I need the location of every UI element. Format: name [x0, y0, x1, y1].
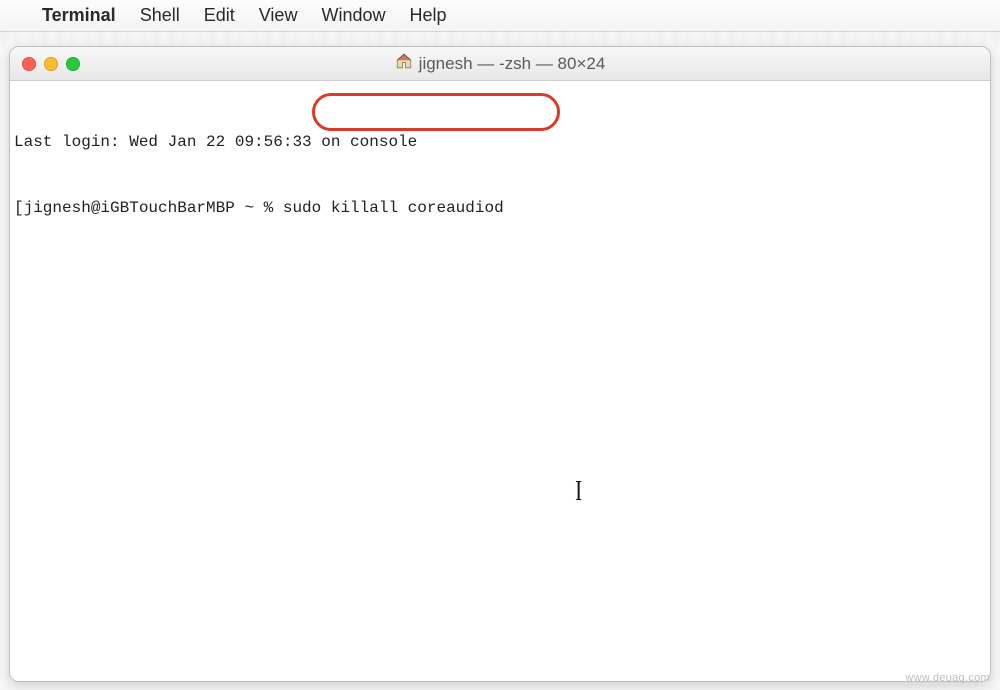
menu-view[interactable]: View: [259, 5, 298, 26]
terminal-content[interactable]: Last login: Wed Jan 22 09:56:33 on conso…: [10, 81, 990, 681]
window-title-text: jignesh — -zsh — 80×24: [419, 54, 606, 74]
annotation-oval: [312, 93, 560, 131]
close-icon[interactable]: [22, 57, 36, 71]
menu-edit[interactable]: Edit: [204, 5, 235, 26]
terminal-prompt: [jignesh@iGBTouchBarMBP ~ %: [14, 199, 283, 217]
menu-help[interactable]: Help: [409, 5, 446, 26]
window-title: jignesh — -zsh — 80×24: [10, 52, 990, 75]
terminal-window: jignesh — -zsh — 80×24 Last login: Wed J…: [9, 46, 991, 682]
terminal-last-login-line: Last login: Wed Jan 22 09:56:33 on conso…: [14, 131, 986, 153]
menubar-background-blur: [0, 32, 1000, 46]
zoom-icon[interactable]: [66, 57, 80, 71]
window-traffic-lights: [22, 57, 80, 71]
macos-menubar: Terminal Shell Edit View Window Help: [0, 0, 1000, 32]
watermark: www.deuaq.com: [905, 672, 990, 684]
menubar-app-name[interactable]: Terminal: [42, 5, 116, 26]
menu-window[interactable]: Window: [321, 5, 385, 26]
window-titlebar[interactable]: jignesh — -zsh — 80×24: [10, 47, 990, 81]
terminal-prompt-line: [jignesh@iGBTouchBarMBP ~ % sudo killall…: [14, 197, 986, 219]
terminal-command: sudo killall coreaudiod: [283, 199, 504, 217]
minimize-icon[interactable]: [44, 57, 58, 71]
menu-shell[interactable]: Shell: [140, 5, 180, 26]
home-folder-icon: [395, 52, 413, 75]
text-cursor-icon: I: [575, 481, 582, 503]
